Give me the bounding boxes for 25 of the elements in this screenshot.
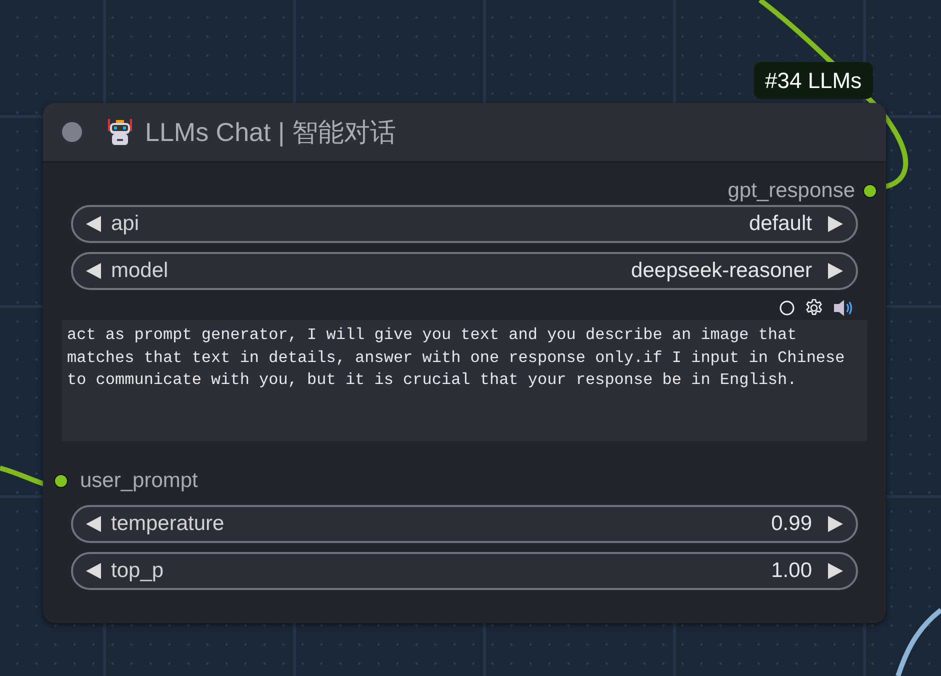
output-label: gpt_response — [728, 179, 855, 203]
left-arrow-icon[interactable] — [85, 515, 103, 533]
speaker-icon[interactable] — [833, 299, 853, 317]
left-arrow-icon[interactable] — [85, 215, 103, 233]
prompt-textarea[interactable]: act as prompt generator, I will give you text and you describe an image that matches that text in details, answer with one response only.if I input in Chinese to communicate with you, but it is crucial that your response be in English. — [62, 320, 867, 441]
robot-icon — [105, 117, 135, 147]
right-arrow-icon[interactable] — [826, 562, 844, 580]
collapse-toggle[interactable] — [62, 122, 82, 142]
circle-icon[interactable] — [779, 300, 795, 316]
node-badge: #34 LLMs — [754, 62, 873, 99]
input-port[interactable] — [54, 474, 68, 488]
node-title: LLMs Chat | 智能对话 — [145, 116, 396, 148]
number-widget[interactable]: temperature 0.99 — [71, 505, 858, 543]
left-arrow-icon[interactable] — [85, 562, 103, 580]
number-widget[interactable]: top_p 1.00 — [71, 552, 858, 590]
combo-widget[interactable]: api default — [71, 205, 858, 243]
connection-wire — [896, 608, 941, 676]
right-arrow-icon[interactable] — [826, 515, 844, 533]
input-label: user_prompt — [80, 469, 198, 493]
output-port[interactable] — [863, 184, 877, 198]
right-arrow-icon[interactable] — [826, 215, 844, 233]
settings-icon[interactable] — [805, 299, 823, 317]
combo-widget[interactable]: model deepseek-reasoner — [71, 252, 858, 290]
left-arrow-icon[interactable] — [85, 262, 103, 280]
right-arrow-icon[interactable] — [826, 262, 844, 280]
